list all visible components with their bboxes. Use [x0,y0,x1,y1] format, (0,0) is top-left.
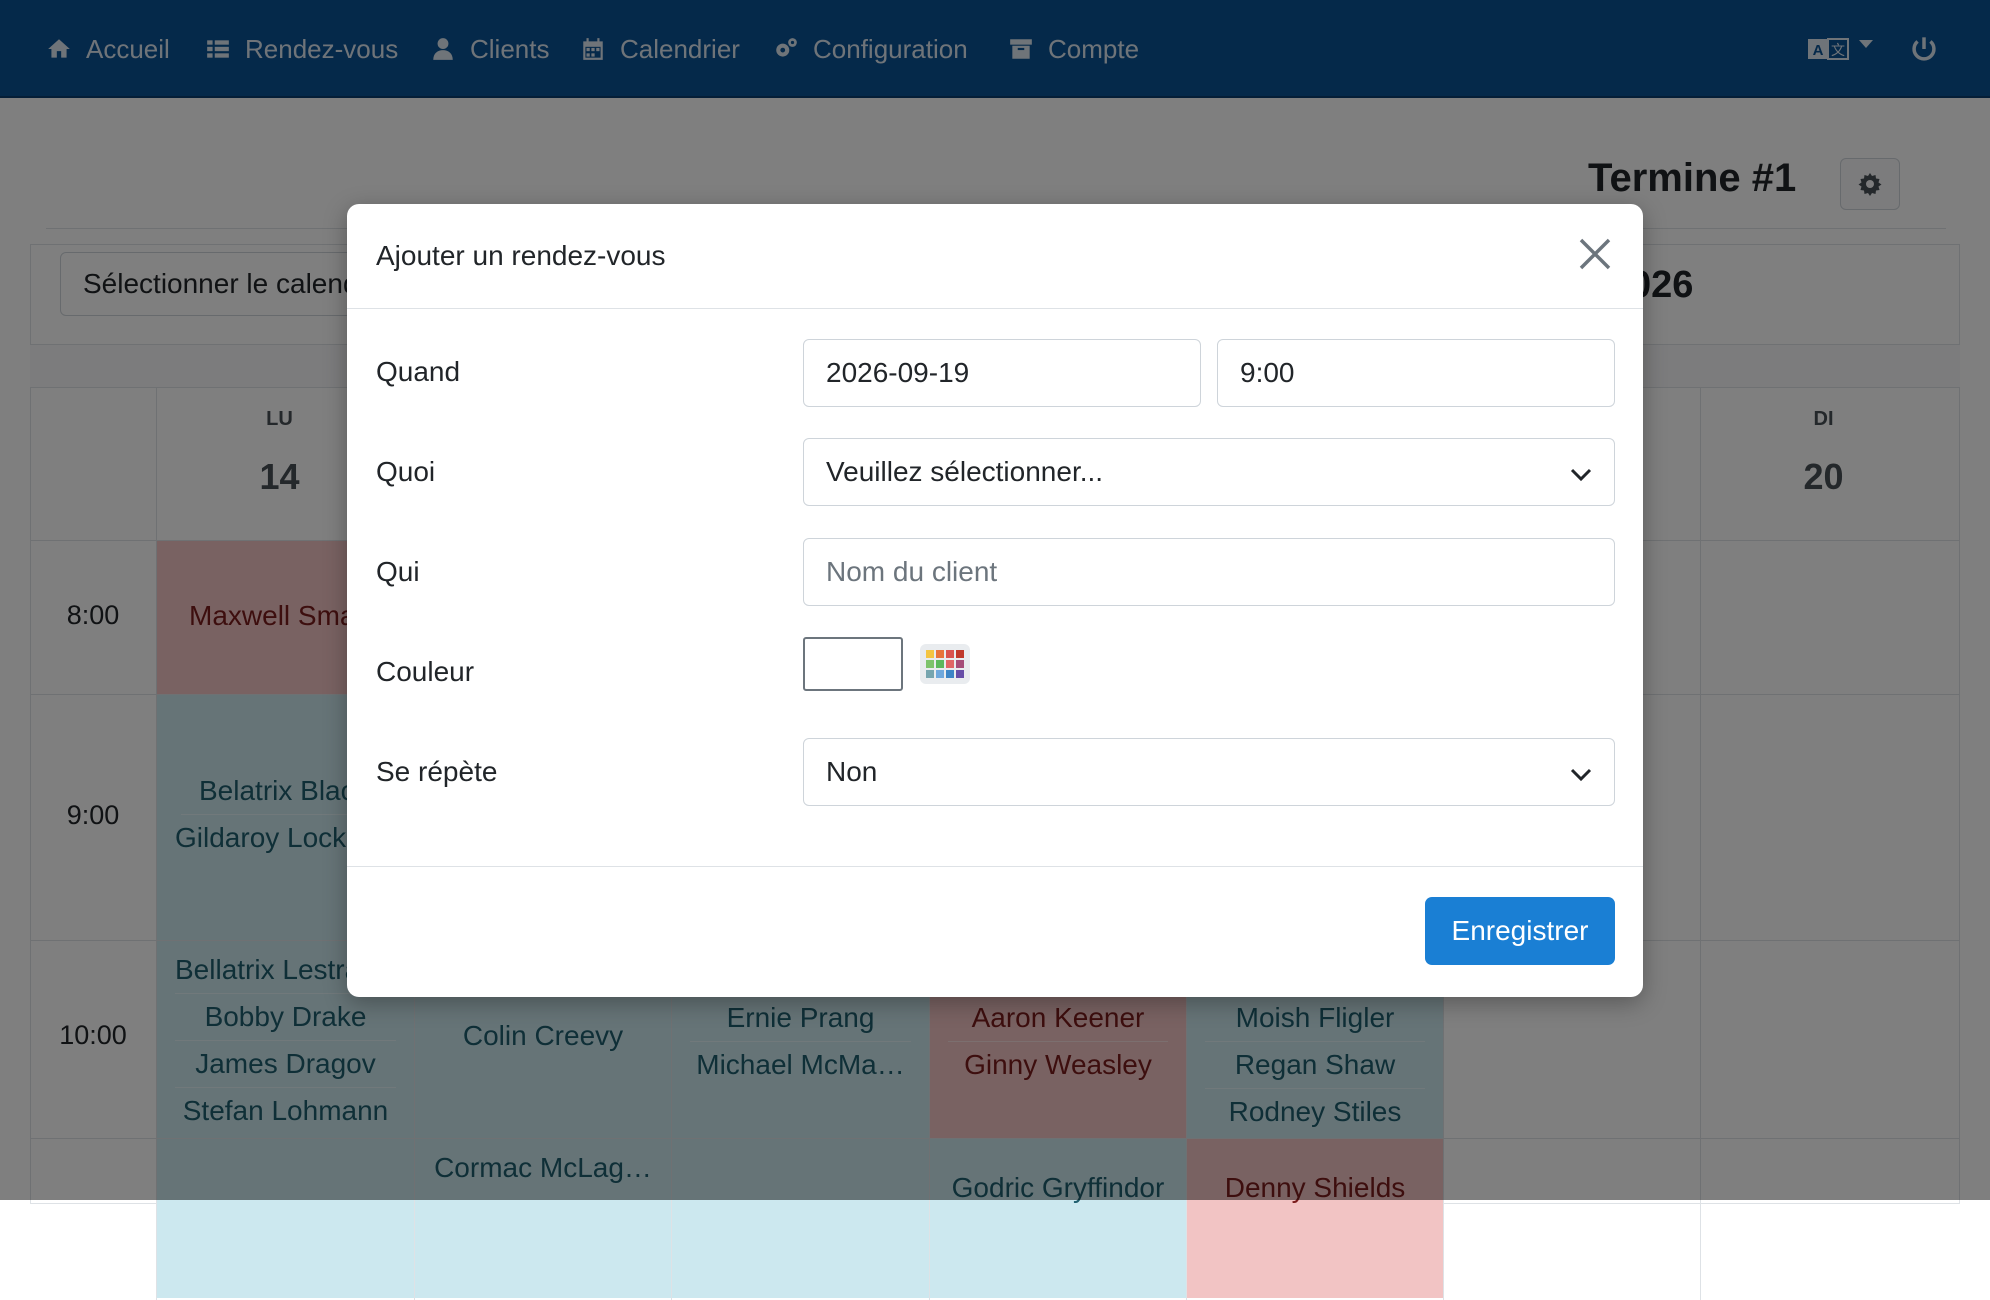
repeat-label: Se répète [376,756,498,787]
client-name-input[interactable]: Nom du client [803,538,1615,606]
service-select-value: Veuillez sélectionner... [826,456,1104,487]
close-icon [1579,238,1611,270]
modal-title: Ajouter un rendez-vous [376,240,666,271]
divider [347,866,1643,867]
time-input[interactable]: 9:00 [1217,339,1615,407]
modal-header: Ajouter un rendez-vous [347,204,1643,309]
color-palette-button[interactable] [920,644,970,684]
who-label: Qui [376,556,420,587]
date-input[interactable]: 2026-09-19 [803,339,1201,407]
color-label: Couleur [376,656,475,687]
add-appointment-dialog: Ajouter un rendez-vous Quand 2026-09-19 … [347,204,1643,997]
color-input[interactable] [803,637,903,691]
what-label: Quoi [376,456,436,487]
close-button[interactable] [1575,234,1615,274]
service-select[interactable]: Veuillez sélectionner... [803,438,1615,506]
when-label: Quand [376,356,461,387]
palette-icon [926,650,964,678]
repeat-select[interactable]: Non [803,738,1615,806]
chevron-down-icon [1570,468,1592,482]
save-button[interactable]: Enregistrer [1425,897,1615,965]
repeat-select-value: Non [826,756,878,787]
chevron-down-icon [1570,768,1592,782]
